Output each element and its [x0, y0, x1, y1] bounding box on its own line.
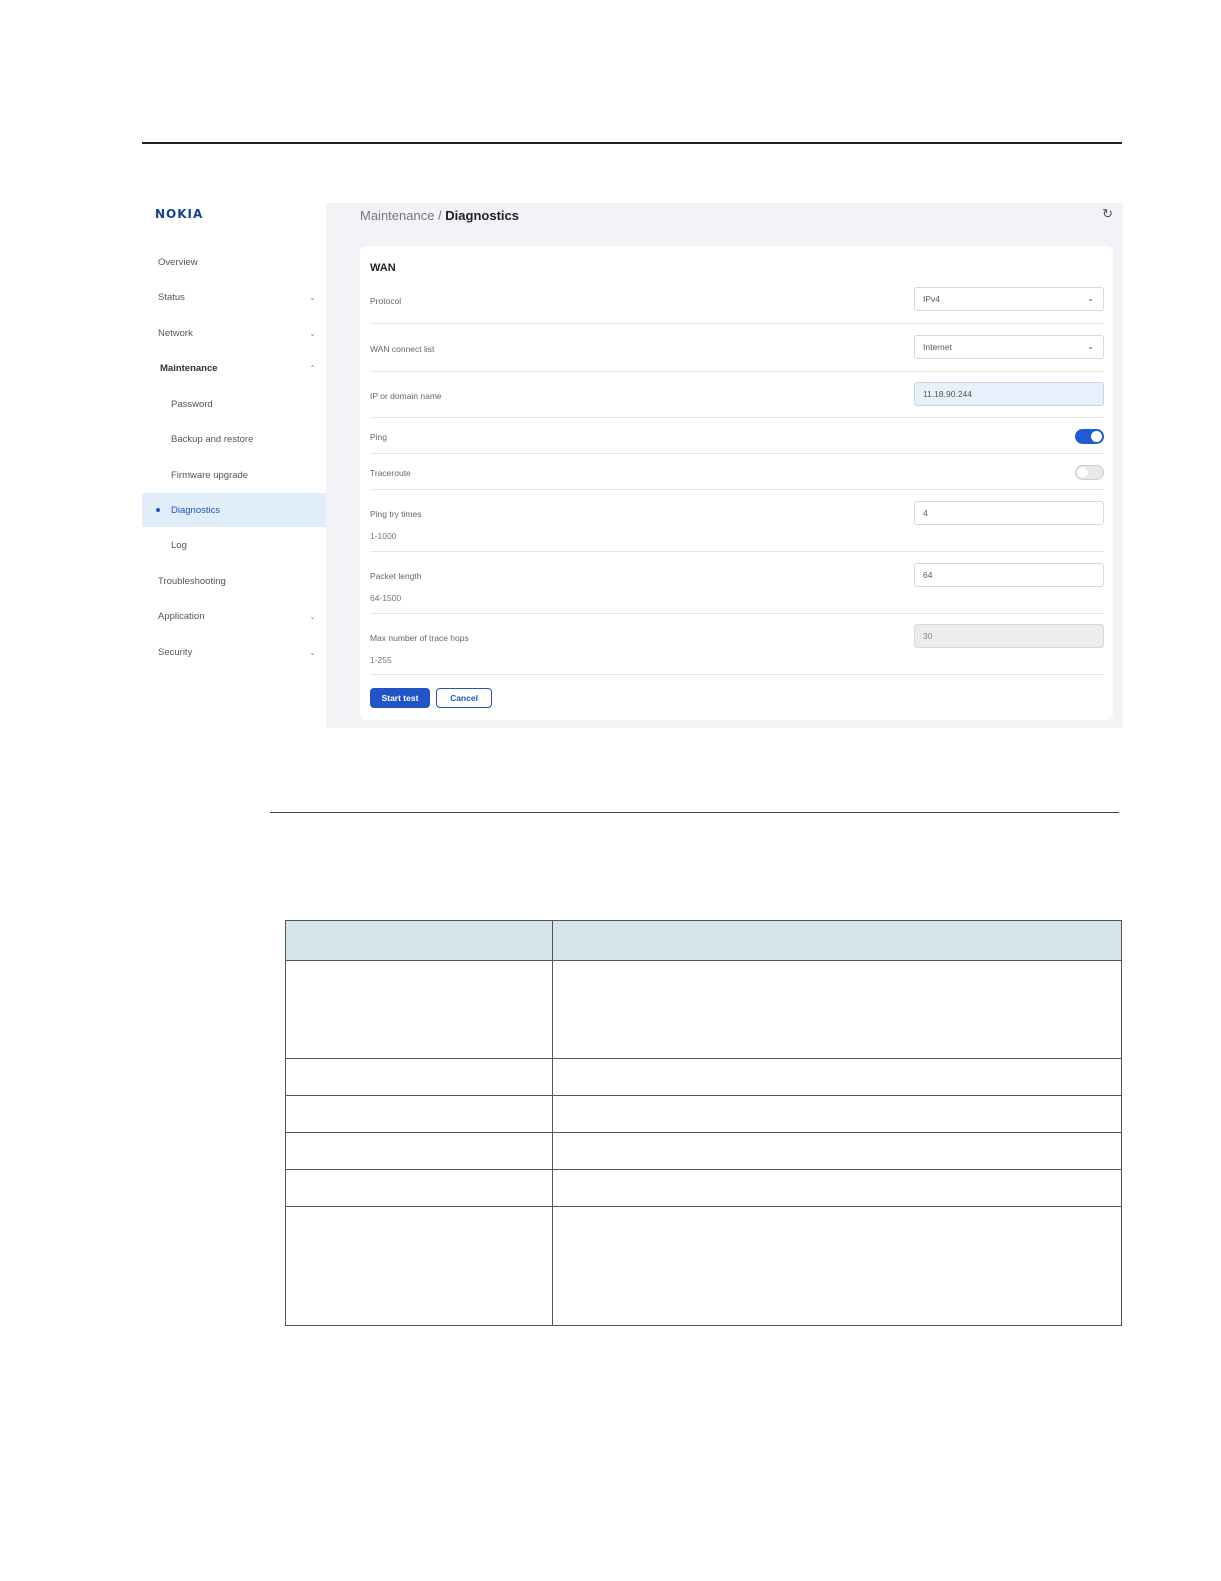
table-header-cell	[285, 920, 553, 961]
breadcrumb-parent[interactable]: Maintenance /	[360, 208, 442, 223]
start-test-button[interactable]: Start test	[370, 688, 430, 708]
sidebar-item-password[interactable]: Password	[142, 387, 326, 421]
sidebar-item-backup-restore[interactable]: Backup and restore	[142, 422, 326, 456]
section-rule	[270, 812, 1119, 813]
table-cell	[285, 1206, 553, 1326]
table-cell	[285, 960, 553, 1059]
packet-length-input[interactable]: 64	[914, 563, 1104, 587]
table-row	[285, 960, 1122, 1059]
table-cell	[552, 1206, 1122, 1326]
sidebar-item-security[interactable]: Security ⌄	[142, 635, 326, 669]
wan-connect-list-select[interactable]: Internet ⌄	[914, 335, 1104, 359]
sidebar-item-status[interactable]: Status ⌄	[142, 280, 326, 314]
ip-domain-label: IP or domain name	[370, 391, 442, 401]
chevron-down-icon: ⌄	[309, 611, 316, 621]
divider	[370, 613, 1104, 614]
toggle-knob	[1077, 467, 1088, 478]
ping-try-times-input[interactable]: 4	[914, 501, 1104, 525]
wan-connect-list-label: WAN connect list	[370, 344, 435, 354]
sidebar-item-overview[interactable]: Overview	[142, 245, 326, 279]
active-dot-icon	[156, 508, 160, 512]
breadcrumb: Maintenance / Diagnostics	[360, 208, 519, 223]
chevron-down-icon: ⌄	[309, 292, 316, 302]
sidebar-item-network[interactable]: Network ⌄	[142, 316, 326, 350]
page-top-rule	[142, 142, 1122, 144]
sidebar-item-firmware-upgrade[interactable]: Firmware upgrade	[142, 458, 326, 492]
table-row	[285, 1095, 1122, 1133]
sidebar-item-diagnostics[interactable]: Diagnostics	[142, 493, 326, 527]
packet-length-label: Packet length	[370, 571, 422, 581]
sidebar-item-maintenance[interactable]: Maintenance ⌃	[142, 351, 326, 385]
toggle-knob	[1091, 431, 1102, 442]
divider	[370, 674, 1104, 675]
chevron-up-icon: ⌃	[309, 363, 316, 373]
divider	[370, 371, 1104, 372]
table-cell	[552, 1169, 1122, 1207]
chevron-down-icon: ⌄	[1087, 294, 1094, 303]
router-ui-screenshot: NOKIA Overview Status ⌄ Network ⌄ Mainte…	[142, 200, 1123, 728]
protocol-select[interactable]: IPv4 ⌄	[914, 287, 1104, 311]
refresh-icon[interactable]: ↻	[1102, 206, 1113, 222]
sidebar-item-application[interactable]: Application ⌄	[142, 599, 326, 633]
table-row	[285, 1206, 1122, 1326]
wan-diagnostics-card: WAN Protocol IPv4 ⌄ WAN connect list Int…	[360, 246, 1113, 720]
nokia-logo: NOKIA	[155, 207, 204, 221]
table-row	[285, 1169, 1122, 1207]
table-cell	[552, 960, 1122, 1059]
table-cell	[285, 1169, 553, 1207]
table-cell	[285, 1095, 553, 1133]
table-cell	[285, 1058, 553, 1096]
table-row	[285, 1132, 1122, 1170]
table-cell	[552, 1058, 1122, 1096]
table-header-row	[285, 920, 1122, 961]
chevron-down-icon: ⌄	[309, 328, 316, 338]
sidebar: NOKIA Overview Status ⌄ Network ⌄ Mainte…	[142, 200, 326, 728]
traceroute-toggle[interactable]	[1075, 465, 1104, 480]
ping-toggle[interactable]	[1075, 429, 1104, 444]
chevron-down-icon: ⌄	[309, 647, 316, 657]
divider	[370, 453, 1104, 454]
ping-try-times-label: Ping try times	[370, 509, 422, 519]
protocol-label: Protocol	[370, 296, 402, 306]
parameter-table	[285, 920, 1122, 1326]
sidebar-item-log[interactable]: Log	[142, 528, 326, 562]
table-header-cell	[552, 920, 1122, 961]
table-row	[285, 1058, 1122, 1096]
divider	[370, 489, 1104, 490]
sidebar-item-troubleshooting[interactable]: Troubleshooting	[142, 564, 326, 598]
traceroute-label: Traceroute	[370, 468, 411, 478]
packet-length-range: 64-1500	[370, 593, 402, 603]
ping-label: Ping	[370, 432, 388, 442]
max-trace-hops-range: 1-255	[370, 655, 392, 665]
divider	[370, 551, 1104, 552]
max-trace-hops-label: Max number of trace hops	[370, 633, 469, 643]
breadcrumb-current: Diagnostics	[445, 208, 519, 223]
chevron-down-icon: ⌄	[1087, 342, 1094, 351]
cancel-button[interactable]: Cancel	[436, 688, 492, 708]
main-content: Maintenance / Diagnostics ↻ WAN Protocol…	[326, 203, 1123, 728]
table-cell	[285, 1132, 553, 1170]
ip-domain-input[interactable]: 11.18.90.244	[914, 382, 1104, 406]
divider	[370, 323, 1104, 324]
max-trace-hops-input[interactable]: 30	[914, 624, 1104, 648]
card-title: WAN	[370, 262, 396, 274]
divider	[370, 417, 1104, 418]
ping-try-times-range: 1-1000	[370, 531, 397, 541]
table-cell	[552, 1132, 1122, 1170]
table-cell	[552, 1095, 1122, 1133]
